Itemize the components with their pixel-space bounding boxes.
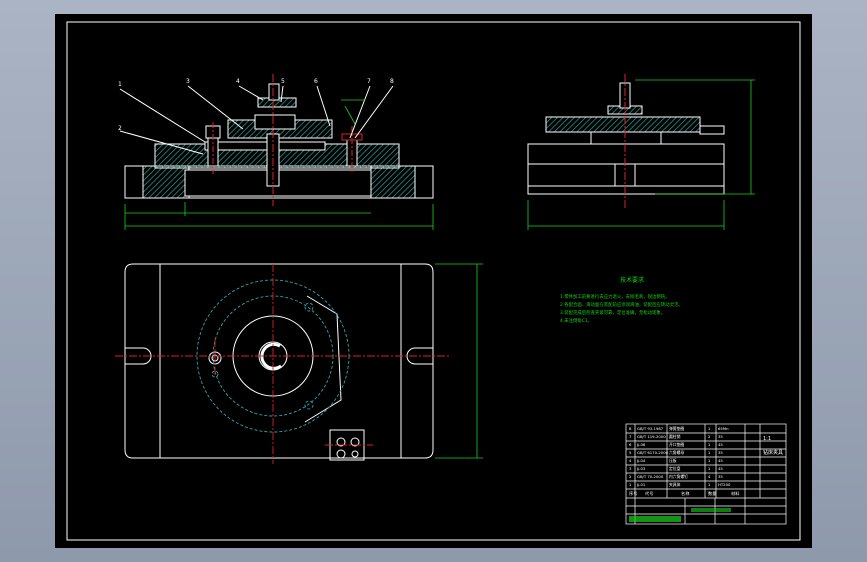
svg-text:材料: 材料 xyxy=(731,490,740,497)
cad-drawing: 1 2 3 4 5 6 7 8 技术要求 1.零件加工前要进行去应力退火，去除毛… xyxy=(66,21,801,541)
svg-text:7: 7 xyxy=(629,434,632,439)
top-view-centerlines xyxy=(115,264,450,464)
svg-text:5: 5 xyxy=(629,450,632,455)
svg-text:序号: 序号 xyxy=(629,490,637,497)
svg-text:夹具体: 夹具体 xyxy=(669,482,681,487)
top-dimensions xyxy=(435,263,483,459)
svg-text:45: 45 xyxy=(718,442,723,447)
svg-text:35: 35 xyxy=(718,450,723,455)
svg-text:2: 2 xyxy=(708,434,711,439)
svg-text:3: 3 xyxy=(629,466,632,471)
drawing-sheet: 1 2 3 4 5 6 7 8 技术要求 1.零件加工前要进行去应力退火，去除毛… xyxy=(55,14,812,548)
tech-req-line-2: 2.各配合面、滑动面在装配前应涂润滑油，装配后应转动灵活。 xyxy=(560,301,683,308)
svg-text:JJ-01: JJ-01 xyxy=(636,482,646,487)
technical-requirements: 技术要求 1.零件加工前要进行去应力退火，去除毛刺，锐边倒钝。 2.各配合面、滑… xyxy=(560,276,683,324)
balloon-3: 3 xyxy=(186,78,190,85)
tech-req-line-3: 3.装配完成后检查夹紧可靠，定位准确，无松动现象。 xyxy=(560,309,665,316)
svg-text:压板: 压板 xyxy=(669,458,677,463)
svg-text:圆柱销: 圆柱销 xyxy=(669,434,681,439)
svg-text:1: 1 xyxy=(629,482,632,487)
svg-text:六角螺母: 六角螺母 xyxy=(669,450,684,455)
svg-text:JJ-06: JJ-06 xyxy=(636,442,646,447)
svg-text:1: 1 xyxy=(708,466,711,471)
svg-text:数量: 数量 xyxy=(708,490,716,497)
balloon-6: 6 xyxy=(314,78,318,85)
svg-text:GB/T 6170-2000: GB/T 6170-2000 xyxy=(637,450,669,455)
title-block-green-marks xyxy=(629,508,731,522)
tech-req-line-4: 4.未注倒角C1。 xyxy=(560,317,592,324)
svg-text:代号: 代号 xyxy=(645,490,653,497)
tech-req-title: 技术要求 xyxy=(620,276,644,284)
svg-text:4: 4 xyxy=(708,474,711,479)
svg-text:弹簧垫圈: 弹簧垫圈 xyxy=(669,426,684,431)
balloon-7: 7 xyxy=(367,78,371,85)
svg-text:HT200: HT200 xyxy=(718,482,731,487)
svg-text:6: 6 xyxy=(629,442,632,447)
svg-text:45: 45 xyxy=(718,466,723,471)
svg-text:4: 4 xyxy=(629,458,632,463)
tech-req-line-1: 1.零件加工前要进行去应力退火，去除毛刺，锐边倒钝。 xyxy=(560,293,670,300)
drawing-name: 钻床夹具 xyxy=(763,449,783,456)
svg-text:2: 2 xyxy=(629,474,632,479)
svg-text:名称: 名称 xyxy=(681,490,689,497)
balloon-1: 1 xyxy=(118,81,122,88)
balloon-5: 5 xyxy=(281,78,285,85)
svg-text:GB/T 93-1987: GB/T 93-1987 xyxy=(637,426,664,431)
svg-text:JJ-03: JJ-03 xyxy=(636,466,646,471)
svg-text:JJ-04: JJ-04 xyxy=(636,458,646,463)
front-view xyxy=(119,74,434,206)
svg-text:35: 35 xyxy=(718,434,723,439)
svg-text:35: 35 xyxy=(718,474,723,479)
svg-text:1: 1 xyxy=(708,482,711,487)
balloon-4: 4 xyxy=(236,78,240,85)
svg-text:1: 1 xyxy=(708,458,711,463)
svg-text:GB/T 119-2000: GB/T 119-2000 xyxy=(637,434,666,439)
top-view xyxy=(124,263,434,461)
side-dimensions xyxy=(527,79,755,230)
svg-text:开口垫圈: 开口垫圈 xyxy=(669,442,684,447)
svg-text:65Mn: 65Mn xyxy=(718,426,729,431)
svg-text:1: 1 xyxy=(708,442,711,447)
svg-text:8: 8 xyxy=(629,426,632,431)
svg-text:45: 45 xyxy=(718,458,723,463)
svg-text:GB/T 70-2000: GB/T 70-2000 xyxy=(637,474,664,479)
side-view xyxy=(527,74,725,209)
drawing-scale: 1:1 xyxy=(763,436,771,442)
svg-text:内六角螺钉: 内六角螺钉 xyxy=(669,474,688,479)
balloon-8: 8 xyxy=(390,78,394,85)
svg-text:定位盘: 定位盘 xyxy=(669,466,681,471)
svg-text:1: 1 xyxy=(708,426,711,431)
balloon-2: 2 xyxy=(118,125,122,132)
svg-text:1: 1 xyxy=(708,450,711,455)
